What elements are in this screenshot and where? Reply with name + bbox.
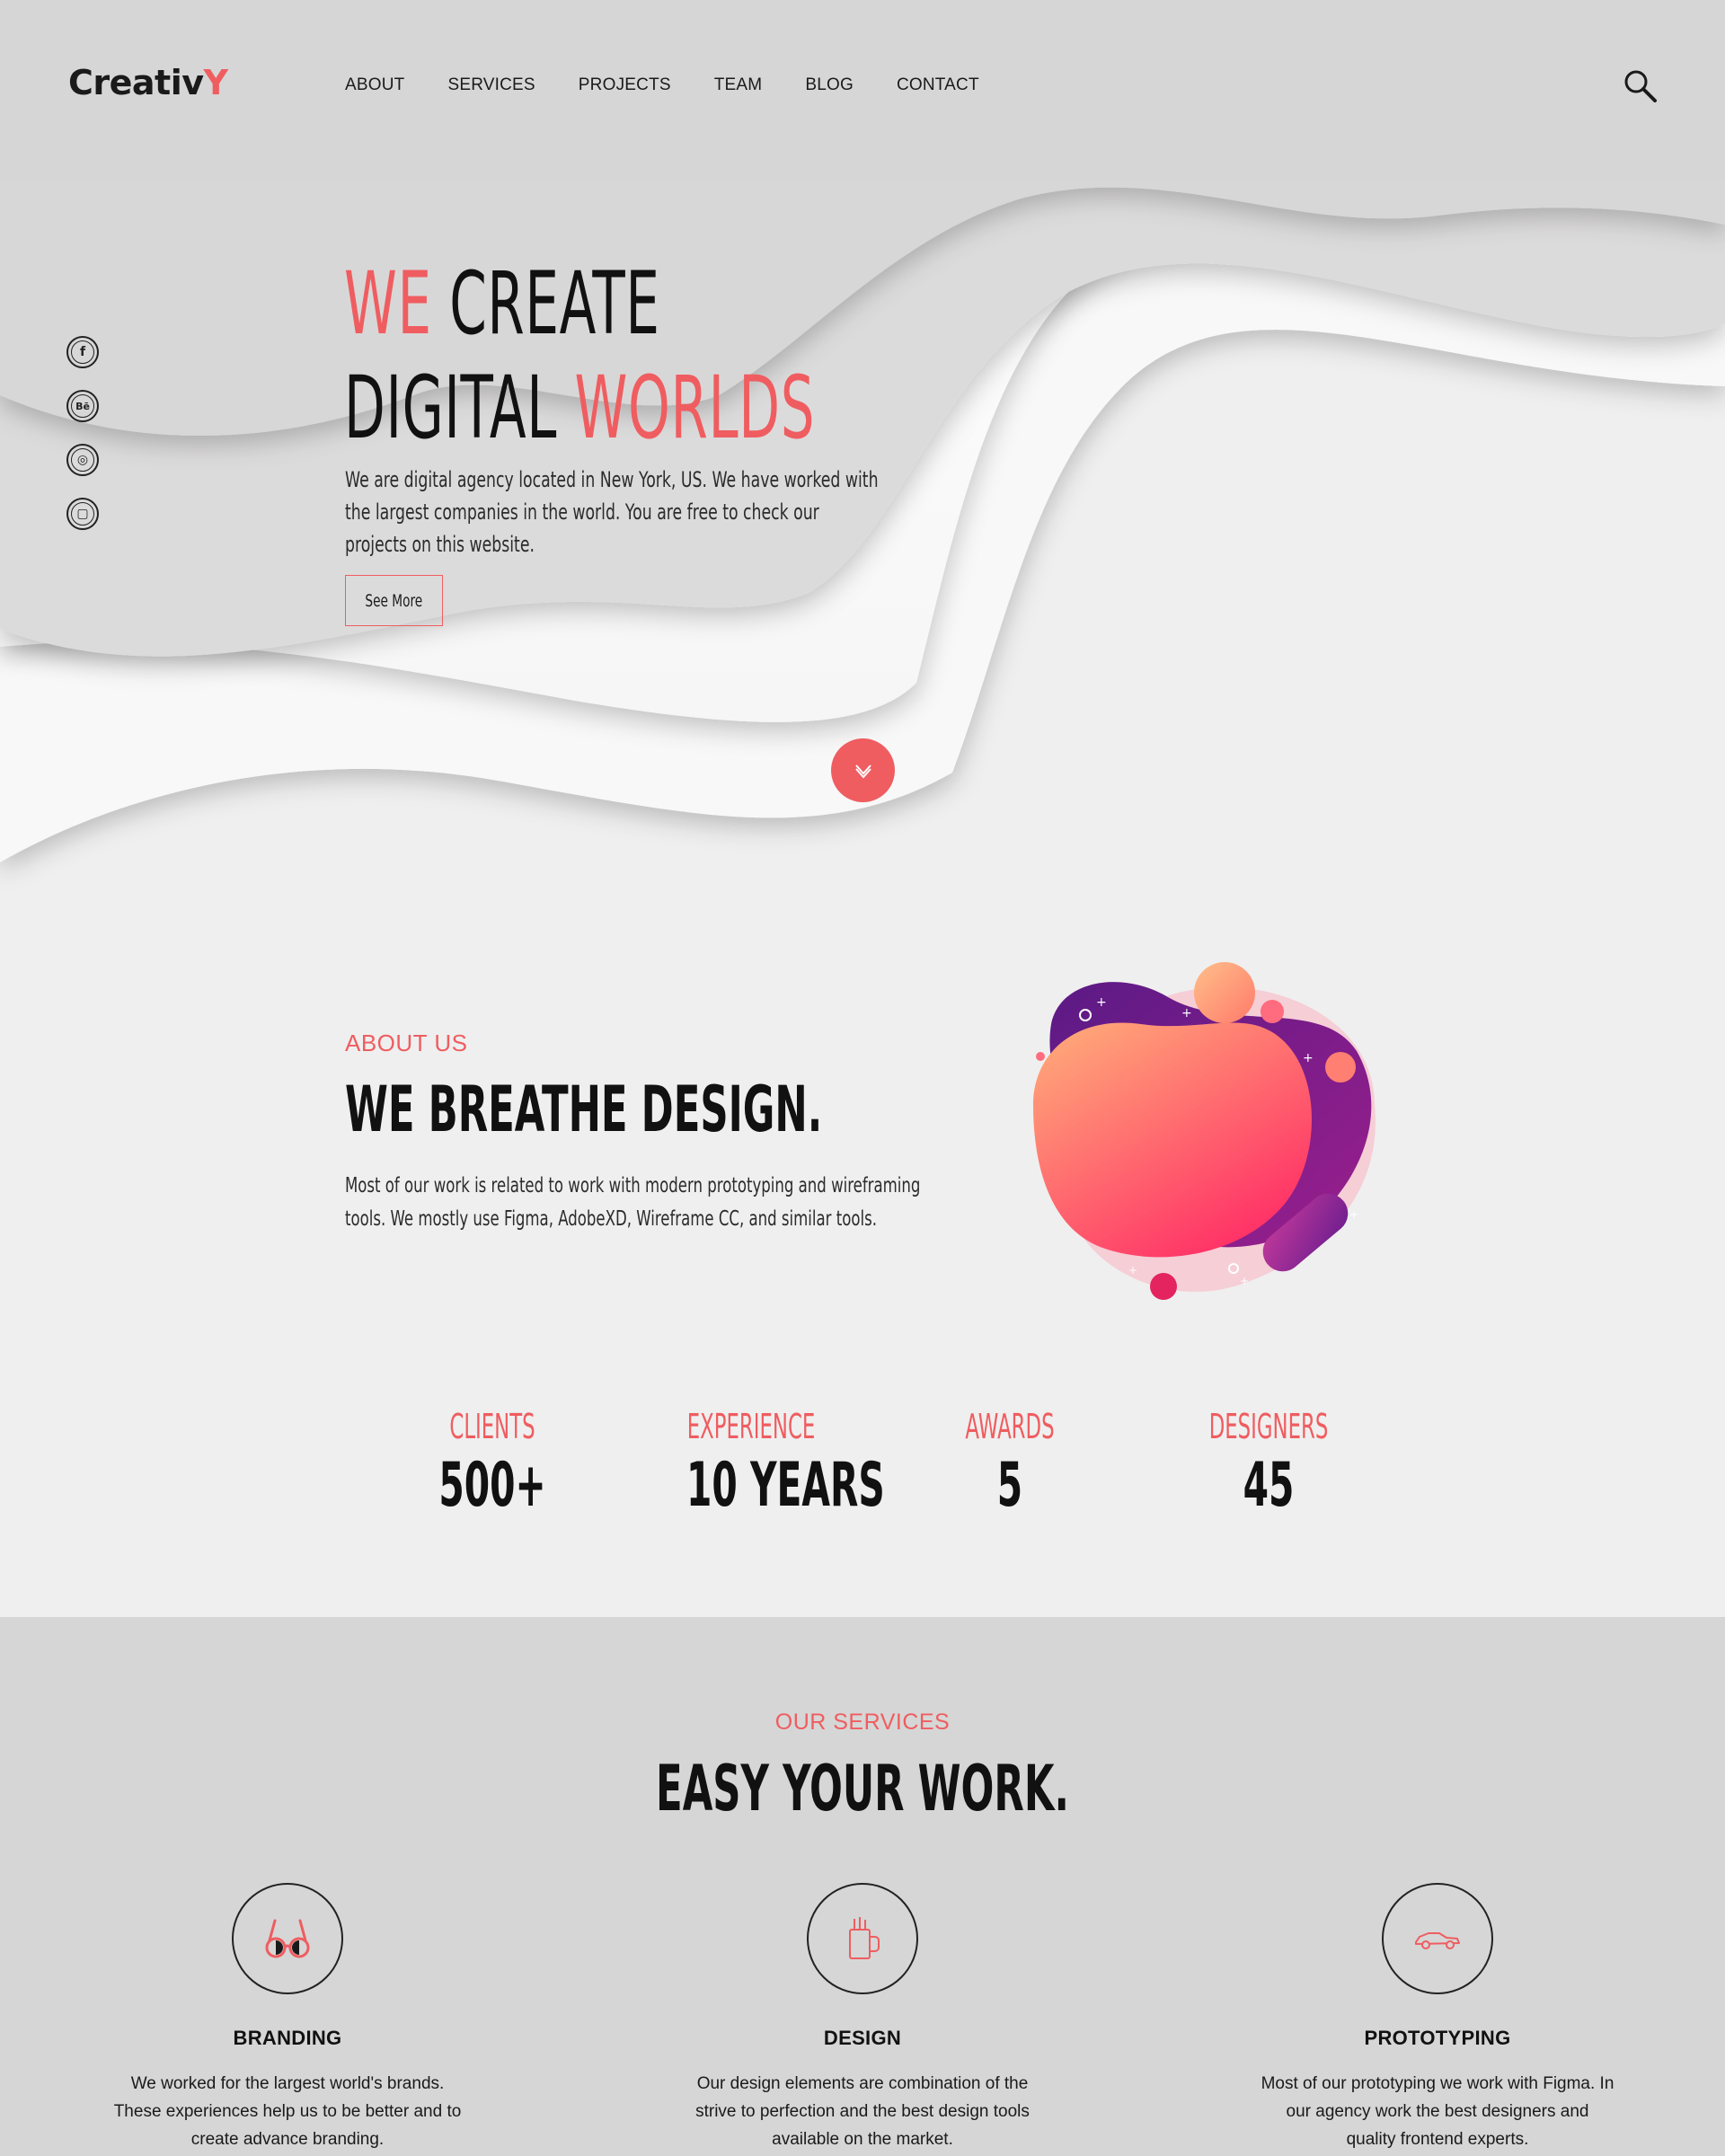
stat-label: EXPERIENCE: [686, 1407, 816, 1446]
service-description: Our design elements are combination of t…: [695, 2074, 1030, 2149]
stat-clients: CLIENTS 500+: [385, 1407, 600, 1521]
nav-item-blog[interactable]: BLOG: [805, 75, 854, 95]
about-description: Most of our work is related to work with…: [345, 1174, 921, 1231]
stat-label: AWARDS: [965, 1407, 1055, 1446]
stat-value: 45: [1243, 1450, 1295, 1521]
behance-icon[interactable]: Bē: [66, 390, 99, 422]
service-icon-wrapper: [1382, 1883, 1493, 1994]
instagram-icon[interactable]: ▢: [66, 498, 99, 530]
stat-experience: EXPERIENCE 10 YEARS: [643, 1407, 885, 1521]
service-name: BRANDING: [233, 2027, 342, 2049]
about-kicker: ABOUT US: [345, 1029, 468, 1056]
stat-designers: DESIGNERS 45: [1161, 1407, 1376, 1521]
hero-title-digital: DIGITAL: [344, 358, 575, 458]
stat-value: 500+: [438, 1450, 546, 1521]
about-title: WE BREATHE DESIGN.: [345, 1073, 823, 1146]
svg-text:+: +: [1349, 1208, 1358, 1221]
hero-title-worlds: WORLDS: [574, 358, 816, 458]
service-card-prototyping: PROTOTYPING Most of our prototyping we w…: [1240, 1883, 1635, 2153]
car-icon: [1415, 1932, 1460, 1949]
magnifier-icon: [1624, 70, 1657, 102]
service-card-design: DESIGN Our design elements are combinati…: [665, 1883, 1060, 2153]
service-icon-wrapper: [232, 1883, 343, 1994]
svg-text:+: +: [1096, 995, 1107, 1010]
hero-section: CreativY ABOUT SERVICES PROJECTS TEAM BL…: [0, 0, 1725, 898]
services-section: OUR SERVICES EASY YOUR WORK. BRANDING We…: [0, 1617, 1725, 2156]
nav-item-about[interactable]: ABOUT: [345, 75, 404, 95]
nav-item-team[interactable]: TEAM: [714, 75, 763, 95]
nav-item-services[interactable]: SERVICES: [447, 75, 535, 95]
logo-text: Creativ: [68, 63, 204, 102]
social-links: f Bē ◎ ▢: [66, 336, 99, 530]
services-title: EASY YOUR WORK.: [656, 1752, 1069, 1825]
stat-label: CLIENTS: [449, 1407, 535, 1446]
hero-description: We are digital agency located in New Yor…: [345, 467, 879, 557]
services-kicker: OUR SERVICES: [774, 1710, 951, 1735]
stat-awards: AWARDS 5: [902, 1407, 1118, 1521]
hero-title-we: WE: [344, 253, 432, 354]
svg-text:+: +: [1181, 1006, 1192, 1021]
service-name: PROTOTYPING: [1364, 2027, 1511, 2049]
search-button[interactable]: [1623, 68, 1659, 104]
service-name: DESIGN: [823, 2027, 902, 2049]
logo-accent-letter: Y: [203, 63, 229, 102]
service-description: Most of our prototyping we work with Fig…: [1261, 2074, 1614, 2149]
hero-title: WE CREATE DIGITAL WORLDS: [344, 252, 815, 460]
stat-value: 10 YEARS: [686, 1450, 885, 1521]
service-card-branding: BRANDING We worked for the largest world…: [90, 1883, 485, 2153]
stat-value: 5: [996, 1450, 1023, 1521]
svg-text:+: +: [1128, 1264, 1137, 1277]
scroll-down-button[interactable]: [831, 738, 895, 802]
service-icon-wrapper: [807, 1883, 918, 1994]
nav-item-contact[interactable]: CONTACT: [897, 75, 979, 95]
hero-title-create: CREATE: [431, 253, 660, 354]
logo[interactable]: CreativY: [68, 63, 228, 102]
svg-text:+: +: [1303, 1051, 1314, 1065]
see-more-button[interactable]: See More: [345, 575, 443, 626]
chevron-down-icon: [854, 764, 871, 779]
dribbble-icon[interactable]: ◎: [66, 444, 99, 476]
svg-text:+: +: [1240, 1275, 1249, 1287]
glasses-icon: [265, 1919, 310, 1958]
facebook-icon[interactable]: f: [66, 336, 99, 368]
service-description: We worked for the largest world's brands…: [113, 2074, 462, 2149]
stat-label: DESIGNERS: [1208, 1407, 1329, 1446]
main-nav: ABOUT SERVICES PROJECTS TEAM BLOG CONTAC…: [345, 75, 979, 95]
abstract-blob-illustration: + + + + + +: [1033, 962, 1376, 1300]
nav-item-projects[interactable]: PROJECTS: [579, 75, 671, 95]
pencil-cup-icon: [849, 1917, 880, 1959]
stats-row: CLIENTS 500+ EXPERIENCE 10 YEARS AWARDS …: [345, 1407, 1380, 1533]
